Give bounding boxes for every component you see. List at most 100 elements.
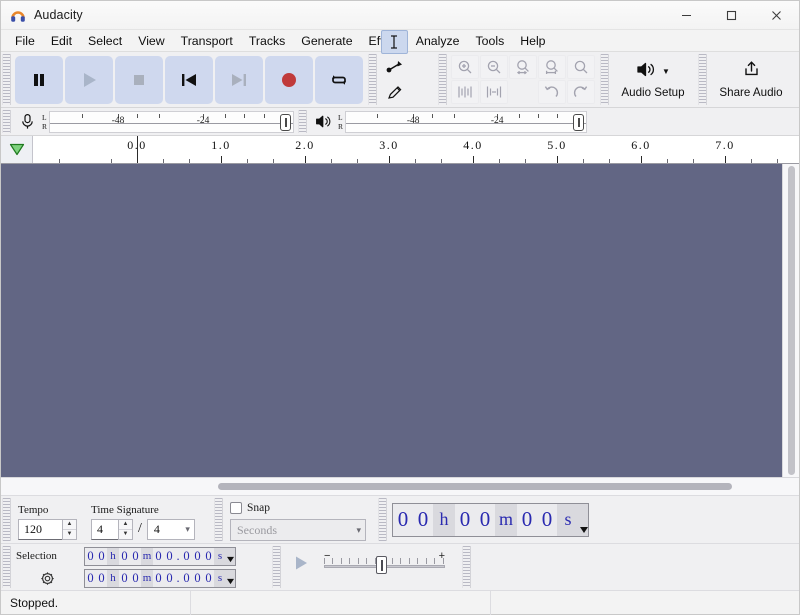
sel-end-m-tens[interactable]: 0 [119, 570, 130, 587]
play-speed-slider[interactable]: − + [322, 550, 447, 576]
playback-meter-slider[interactable] [573, 114, 584, 131]
audio-position-format-dropdown[interactable] [579, 504, 588, 536]
vertical-scrollbar[interactable] [782, 164, 799, 477]
tempo-input[interactable]: 120 [18, 519, 63, 540]
sel-end-ms-3[interactable]: 0 [203, 570, 214, 587]
timeline-ruler[interactable]: 0.0 1.0 2.0 3.0 4.0 5.0 6.0 [33, 136, 799, 163]
time-signature-upper-spinner[interactable]: ▲ ▼ [118, 519, 133, 540]
tempo-spinner[interactable]: ▲ ▼ [62, 519, 77, 540]
play-at-speed-grabber[interactable] [272, 546, 281, 588]
audio-position-hours-tens[interactable]: 0 [393, 504, 413, 536]
play-button[interactable] [65, 56, 113, 104]
menu-transport[interactable]: Transport [173, 32, 241, 50]
sel-start-s-ones[interactable]: 0 [164, 548, 175, 565]
snap-toggle[interactable]: Snap [230, 502, 370, 514]
empty-dock-grabber[interactable] [462, 546, 471, 588]
edit-toolbar-grabber[interactable] [438, 54, 447, 105]
skip-to-start-button[interactable] [165, 56, 213, 104]
sel-end-s-ones[interactable]: 0 [164, 570, 175, 587]
envelope-tool[interactable] [381, 55, 408, 79]
recording-meter-grabber[interactable] [2, 110, 11, 133]
redo-button[interactable] [567, 80, 595, 104]
menu-select[interactable]: Select [80, 32, 130, 50]
sel-end-format-dropdown[interactable] [226, 570, 235, 587]
zoom-toggle-button[interactable] [567, 55, 595, 79]
menu-file[interactable]: File [7, 32, 43, 50]
audio-position-seconds-tens[interactable]: 0 [517, 504, 537, 536]
pinned-play-head-button[interactable] [1, 136, 33, 163]
audio-setup-grabber[interactable] [600, 54, 609, 105]
stop-button[interactable] [115, 56, 163, 104]
selection-settings-button[interactable] [16, 571, 78, 586]
trim-audio-button[interactable] [451, 80, 479, 104]
sel-start-s-tens[interactable]: 0 [153, 548, 164, 565]
zoom-in-button[interactable] [451, 55, 479, 79]
skip-to-end-button[interactable] [215, 56, 263, 104]
selection-tool[interactable] [381, 30, 408, 54]
menu-edit[interactable]: Edit [43, 32, 80, 50]
menu-view[interactable]: View [130, 32, 172, 50]
microphone-icon[interactable] [14, 111, 40, 133]
menu-help[interactable]: Help [512, 32, 553, 50]
sel-start-m-ones[interactable]: 0 [130, 548, 141, 565]
sel-start-m-tens[interactable]: 0 [119, 548, 130, 565]
tempo-spinner-up[interactable]: ▲ [63, 520, 76, 529]
share-audio-grabber[interactable] [698, 54, 707, 105]
recording-meter-slider[interactable] [280, 114, 291, 131]
pause-button[interactable] [15, 56, 63, 104]
time-sig-upper-up[interactable]: ▲ [119, 520, 132, 529]
record-button[interactable] [265, 56, 313, 104]
sel-end-s-tens[interactable]: 0 [153, 570, 164, 587]
playback-speaker-icon[interactable] [310, 111, 336, 133]
horizontal-scrollbar-thumb[interactable] [218, 483, 732, 490]
playback-meter-grabber[interactable] [298, 110, 307, 133]
sel-end-h-ones[interactable]: 0 [96, 570, 107, 587]
audio-position-hours-ones[interactable]: 0 [413, 504, 433, 536]
horizontal-scrollbar[interactable] [5, 478, 795, 496]
sel-start-format-dropdown[interactable] [226, 548, 235, 565]
menu-generate[interactable]: Generate [293, 32, 360, 50]
audio-position-minutes-ones[interactable]: 0 [475, 504, 495, 536]
undo-button[interactable] [538, 80, 566, 104]
tempo-spinner-down[interactable]: ▼ [63, 529, 76, 539]
audio-setup-button[interactable]: ▼ Audio Setup [610, 54, 696, 106]
minimize-button[interactable] [664, 1, 709, 30]
sel-start-ms-2[interactable]: 0 [192, 548, 203, 565]
time-signature-upper-input[interactable]: 4 [91, 519, 119, 540]
sel-end-m-ones[interactable]: 0 [130, 570, 141, 587]
time-sig-upper-down[interactable]: ▼ [119, 529, 132, 539]
playback-meter-bar[interactable]: -48 -24 [345, 111, 587, 133]
audio-position-seconds-ones[interactable]: 0 [537, 504, 557, 536]
play-speed-thumb[interactable] [376, 556, 387, 574]
selection-start-display[interactable]: 0 0 h 0 0 m 0 0 . 0 0 0 s [84, 547, 236, 566]
time-signature-grabber[interactable] [2, 498, 11, 541]
audio-position-minutes-tens[interactable]: 0 [455, 504, 475, 536]
silence-audio-button[interactable] [480, 80, 508, 104]
sel-start-ms-3[interactable]: 0 [203, 548, 214, 565]
time-signature-lower-select[interactable]: 4 ▾ [147, 519, 195, 540]
selection-toolbar-grabber[interactable] [2, 546, 11, 588]
empty-track-canvas[interactable] [1, 164, 782, 477]
sel-start-h-ones[interactable]: 0 [96, 548, 107, 565]
play-at-speed-button[interactable] [286, 550, 316, 576]
sel-end-ms-2[interactable]: 0 [192, 570, 203, 587]
draw-tool[interactable] [381, 80, 408, 104]
sel-start-h-tens[interactable]: 0 [85, 548, 96, 565]
fit-project-button[interactable] [538, 55, 566, 79]
transport-toolbar-grabber[interactable] [2, 54, 11, 105]
zoom-out-button[interactable] [480, 55, 508, 79]
snapping-toolbar-grabber[interactable] [214, 498, 223, 541]
sel-end-h-tens[interactable]: 0 [85, 570, 96, 587]
vertical-scrollbar-thumb[interactable] [788, 166, 795, 475]
selection-end-display[interactable]: 0 0 h 0 0 m 0 0 . 0 0 0 s [84, 569, 236, 588]
share-audio-button[interactable]: Share Audio [708, 54, 794, 106]
close-button[interactable] [754, 1, 799, 30]
menu-tools[interactable]: Tools [468, 32, 513, 50]
snap-mode-select[interactable]: Seconds ▾ [230, 519, 366, 541]
tools-toolbar-grabber[interactable] [368, 54, 377, 105]
audio-position-grabber[interactable] [378, 498, 387, 541]
fit-selection-button[interactable] [509, 55, 537, 79]
sel-end-ms-1[interactable]: 0 [181, 570, 192, 587]
sel-start-ms-1[interactable]: 0 [181, 548, 192, 565]
menu-tracks[interactable]: Tracks [241, 32, 293, 50]
